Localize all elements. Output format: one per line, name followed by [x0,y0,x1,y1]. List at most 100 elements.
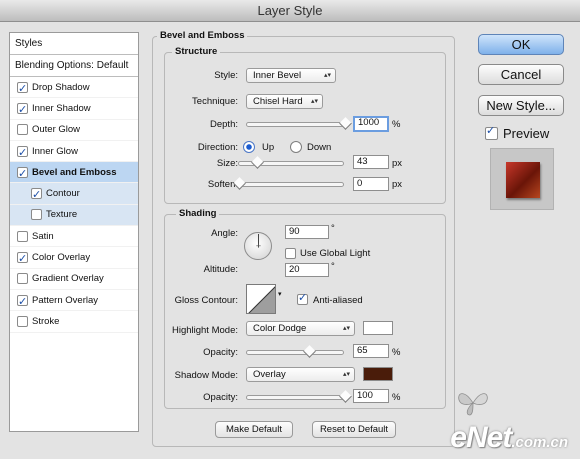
size-unit: px [392,158,403,169]
style-item-checkbox[interactable] [17,315,28,327]
use-global-light-label: Use Global Light [300,248,371,259]
anti-aliased-checkbox[interactable] [297,291,308,305]
preview-swatch [506,162,540,198]
highlight-mode-value: Color Dodge [253,323,307,334]
use-global-light-checkbox[interactable] [285,248,296,259]
cancel-button[interactable]: Cancel [478,64,564,85]
style-item-checkbox[interactable] [17,164,28,185]
style-item-label: Texture [46,209,78,221]
crosshair-icon: + [255,241,262,251]
size-input[interactable]: 43 [353,155,389,169]
style-item-contour[interactable]: Contour [10,183,138,206]
style-item-checkbox[interactable] [17,273,28,285]
style-item-outer-glow[interactable]: Outer Glow [10,120,138,141]
altitude-label: Altitude: [203,264,238,275]
soften-label: Soften: [207,179,238,190]
style-items: Drop Shadow Inner Shadow Outer Glow Inner G… [10,77,138,333]
butterfly-icon [458,393,488,416]
gloss-contour-picker[interactable] [246,284,276,314]
style-item-checkbox[interactable] [17,143,28,164]
style-item-inner-glow[interactable]: Inner Glow [10,141,138,164]
direction-up-label: Up [262,142,275,153]
blending-options[interactable]: Blending Options: Default [10,55,138,77]
angle-input[interactable]: 90 [285,225,329,239]
technique-label: Technique: [192,96,238,107]
depth-input[interactable]: 1000 [353,116,389,132]
style-item-drop-shadow[interactable]: Drop Shadow [10,77,138,100]
style-item-gradient-overlay[interactable]: Gradient Overlay [10,269,138,290]
shadow-color-swatch[interactable] [363,367,393,381]
direction-down-label: Down [307,142,332,153]
contour-dropdown-icon[interactable]: ▾ [278,290,282,298]
shadow-opacity-label: Opacity: [203,392,238,403]
style-item-label: Bevel and Emboss [32,166,117,178]
altitude-input[interactable]: 20 [285,263,329,277]
select-arrows-icon: ▴▾ [342,371,350,378]
style-item-label: Satin [32,230,54,242]
style-item-inner-shadow[interactable]: Inner Shadow [10,98,138,121]
style-select[interactable]: Inner Bevel ▴▾ [246,68,336,83]
style-item-label: Inner Shadow [32,102,91,114]
soften-slider[interactable] [233,177,344,190]
altitude-unit: ° [331,261,335,272]
depth-slider[interactable] [246,117,352,130]
style-item-checkbox[interactable] [17,124,28,136]
highlight-mode-select[interactable]: Color Dodge ▴▾ [246,321,355,336]
style-item-texture[interactable]: Texture [10,204,138,227]
select-arrows-icon: ▴▾ [323,72,331,79]
style-select-value: Inner Bevel [253,70,302,81]
style-item-checkbox[interactable] [31,209,42,221]
highlight-color-swatch[interactable] [363,321,393,335]
style-item-satin[interactable]: Satin [10,226,138,248]
shading-title: Shading [176,208,220,219]
direction-down-radio[interactable] [290,141,302,153]
shadow-mode-select[interactable]: Overlay ▴▾ [246,367,355,382]
style-item-checkbox[interactable] [17,292,28,313]
shadow-opacity-unit: % [392,392,401,403]
highlight-mode-label: Highlight Mode: [171,325,238,336]
style-item-pattern-overlay[interactable]: Pattern Overlay [10,290,138,313]
shadow-opacity-input[interactable]: 100 [353,389,389,403]
style-item-checkbox[interactable] [17,79,28,100]
dialog-body: Styles Blending Options: Default Drop Sh… [0,22,580,459]
reset-default-button[interactable]: Reset to Default [312,421,396,438]
style-item-bevel-and-emboss[interactable]: Bevel and Emboss [10,162,138,185]
highlight-opacity-label: Opacity: [203,347,238,358]
anti-aliased-label: Anti-aliased [313,295,363,306]
style-item-checkbox[interactable] [31,185,42,206]
size-slider[interactable] [238,156,344,169]
style-item-checkbox[interactable] [17,100,28,121]
style-item-checkbox[interactable] [17,230,28,242]
depth-unit: % [392,119,401,130]
style-item-checkbox[interactable] [17,249,28,270]
technique-select[interactable]: Chisel Hard ▴▾ [246,94,323,109]
watermark-main: eNet [450,421,512,454]
style-item-stroke[interactable]: Stroke [10,311,138,333]
bevel-emboss-title: Bevel and Emboss [157,30,248,41]
size-label: Size: [216,158,238,169]
make-default-button[interactable]: Make Default [215,421,293,438]
window-title: Layer Style [0,0,580,22]
new-style-button[interactable]: New Style... [478,95,564,116]
angle-label: Angle: [211,228,238,239]
styles-header[interactable]: Styles [10,33,138,55]
direction-up-radio[interactable] [243,141,255,153]
preview-checkbox[interactable] [485,124,498,140]
select-arrows-icon: ▴▾ [310,98,318,105]
select-arrows-icon: ▴▾ [342,325,350,332]
contour-curve-icon [248,286,275,313]
style-item-label: Stroke [32,315,60,327]
highlight-opacity-input[interactable]: 65 [353,344,389,358]
highlight-opacity-slider[interactable] [246,345,344,358]
angle-dial[interactable]: + [244,232,272,260]
style-item-color-overlay[interactable]: Color Overlay [10,247,138,270]
style-item-label: Drop Shadow [32,81,90,93]
ok-button[interactable]: OK [478,34,564,55]
depth-label: Depth: [210,119,238,130]
shadow-mode-label: Shadow Mode: [174,370,238,381]
style-item-label: Gradient Overlay [32,273,104,285]
soften-input[interactable]: 0 [353,177,389,191]
shadow-opacity-slider[interactable] [246,390,352,403]
highlight-opacity-unit: % [392,347,401,358]
style-item-label: Contour [46,188,80,200]
